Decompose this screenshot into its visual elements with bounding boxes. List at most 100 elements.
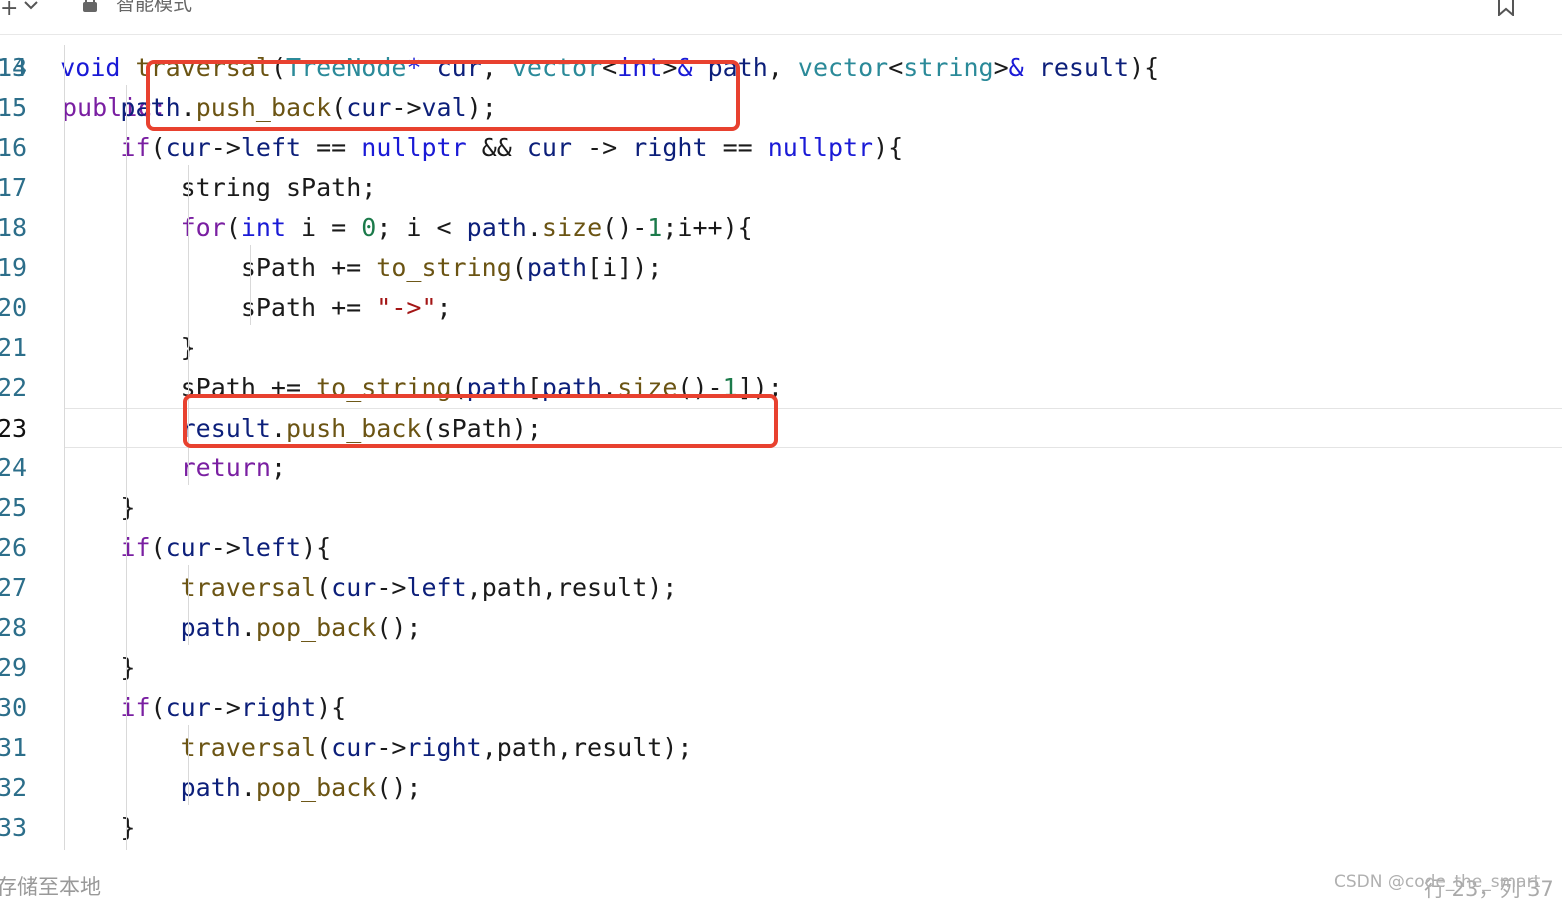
code-token: -> <box>210 693 241 722</box>
code-line[interactable]: 29 } <box>0 648 1562 688</box>
code-text: traversal(cur->left,path,result); <box>0 568 678 608</box>
code-token: if <box>120 693 151 722</box>
code-line[interactable]: 27 traversal(cur->left,path,result); <box>0 568 1562 608</box>
code-text: sPath += "->"; <box>0 288 452 328</box>
code-text: } <box>0 648 135 688</box>
code-line[interactable]: 25 } <box>0 488 1562 528</box>
code-token: (); <box>376 773 422 802</box>
code-token: cur <box>165 533 211 562</box>
code-token: right <box>632 133 708 162</box>
code-token: -> <box>210 133 241 162</box>
mode-label[interactable]: 智能模式 <box>116 0 192 16</box>
code-token: "->" <box>376 293 437 322</box>
save-status[interactable]: 存储至本地 <box>0 872 101 900</box>
code-line[interactable]: 32 path.pop_back(); <box>0 768 1562 808</box>
code-token: cur <box>526 133 573 162</box>
code-token: path <box>180 613 241 642</box>
code-token: pop_back <box>255 613 377 642</box>
plus-icon[interactable]: + <box>0 0 18 20</box>
highlight-box-push-back-result <box>183 394 778 448</box>
chevron-down-icon[interactable] <box>24 0 38 16</box>
code-line[interactable]: 17 string sPath; <box>0 168 1562 208</box>
code-token: ; <box>270 453 286 482</box>
code-token: to_string <box>376 253 512 282</box>
code-token: if <box>120 133 151 162</box>
code-token: string sPath; <box>180 173 377 202</box>
code-token: -> <box>376 733 407 762</box>
code-token: ( <box>316 733 332 762</box>
code-token: & <box>1008 53 1024 82</box>
code-token: , <box>767 53 798 82</box>
code-token: nullptr <box>767 133 874 162</box>
bookmark-icon[interactable] <box>1497 0 1515 16</box>
code-text: for(int i = 0; i < path.size()-1;i++){ <box>0 208 753 248</box>
code-text: sPath += to_string(path[i]); <box>0 248 662 288</box>
code-token: ( <box>150 533 166 562</box>
code-token: ){ <box>1129 53 1160 82</box>
code-token: cur <box>165 693 211 722</box>
code-token: ; i < <box>376 213 467 242</box>
code-token: if <box>120 533 151 562</box>
code-token: 1 <box>647 213 663 242</box>
code-token: } <box>120 813 136 842</box>
code-line[interactable]: 31 traversal(cur->right,path,result); <box>0 728 1562 768</box>
code-token: vector <box>797 53 889 82</box>
code-token: . <box>240 613 256 642</box>
code-token: ( <box>150 133 166 162</box>
code-line[interactable]: 20 sPath += "->"; <box>0 288 1562 328</box>
code-token: cur <box>331 573 377 602</box>
code-token: void <box>60 53 121 82</box>
code-line[interactable]: 24 return; <box>0 448 1562 488</box>
code-token: ( <box>150 693 166 722</box>
code-token: ; <box>436 293 452 322</box>
code-token: sPath += <box>240 293 377 322</box>
code-line[interactable]: 30 if(cur->right){ <box>0 688 1562 728</box>
code-text: if(cur->right){ <box>0 688 346 728</box>
code-token: ;i++){ <box>662 213 753 242</box>
code-line[interactable]: 26 if(cur->left){ <box>0 528 1562 568</box>
code-token: right <box>240 693 317 722</box>
code-text: traversal(cur->right,path,result); <box>0 728 693 768</box>
code-token: ,path,result); <box>466 573 678 602</box>
code-line[interactable]: 19 sPath += to_string(path[i]); <box>0 248 1562 288</box>
code-token: [i]); <box>587 253 663 282</box>
indent-guide <box>188 725 189 805</box>
code-token: > <box>993 53 1009 82</box>
code-token: string <box>903 53 994 82</box>
code-line[interactable]: 33 } <box>0 808 1562 848</box>
code-text: } <box>0 328 196 368</box>
code-line[interactable]: 16 if(cur->left == nullptr && cur -> rig… <box>0 128 1562 168</box>
code-token: path <box>466 213 527 242</box>
code-token: int <box>240 213 286 242</box>
code-line[interactable]: 18 for(int i = 0; i < path.size()-1;i++)… <box>0 208 1562 248</box>
code-token: -> <box>210 533 241 562</box>
editor-toolbar: + 智能模式 <box>0 0 1562 35</box>
code-line[interactable]: 28 path.pop_back(); <box>0 608 1562 648</box>
code-token: ){ <box>873 133 904 162</box>
code-line[interactable]: 21 } <box>0 328 1562 368</box>
code-token: path <box>526 253 588 282</box>
code-token: cur <box>165 133 211 162</box>
code-token: && <box>466 133 527 162</box>
code-token: i = <box>286 213 362 242</box>
code-token: -> <box>376 573 407 602</box>
code-token: ){ <box>301 533 332 562</box>
code-token: left <box>240 133 302 162</box>
lock-icon <box>83 0 97 12</box>
watermark: CSDN @code_the_smart <box>1334 872 1541 892</box>
